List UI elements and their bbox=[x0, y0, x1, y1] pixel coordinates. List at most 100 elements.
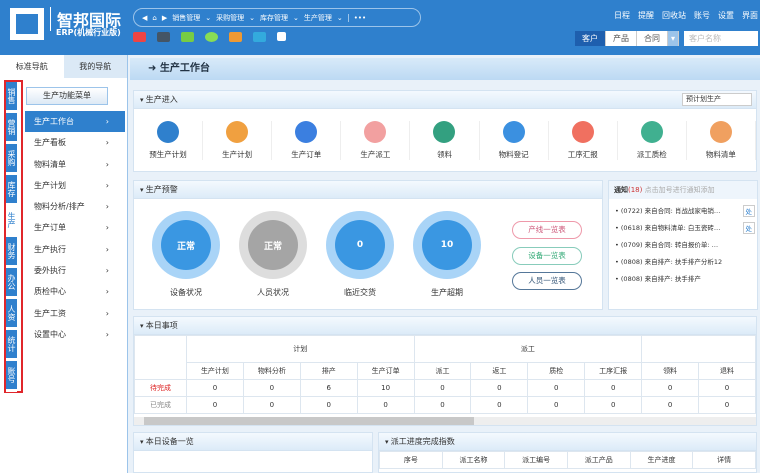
cell[interactable]: 0 bbox=[186, 396, 244, 414]
nav-inventory[interactable]: 库存管理 bbox=[260, 13, 288, 23]
cell[interactable]: 6 bbox=[299, 379, 358, 397]
entry-item[interactable]: 预生产计划 bbox=[134, 121, 204, 160]
cell[interactable]: 0 bbox=[186, 379, 244, 397]
menu-item[interactable]: 委外执行 › bbox=[25, 260, 125, 281]
forward-icon[interactable]: ▶ bbox=[162, 14, 167, 22]
tab-my-nav[interactable]: 我的导航 bbox=[64, 55, 128, 78]
rail-item[interactable]: 营销 bbox=[6, 113, 17, 144]
menu-item[interactable]: 生产工作台 › bbox=[25, 111, 125, 133]
menu-item[interactable]: 生产订单 › bbox=[25, 217, 125, 238]
back-icon[interactable]: ◀ bbox=[142, 14, 147, 22]
megaphone-icon[interactable] bbox=[133, 32, 146, 42]
entry-item[interactable]: 物料清单 bbox=[687, 121, 756, 160]
warning-item[interactable]: 正常 人员状况 bbox=[239, 211, 307, 298]
cell[interactable]: 0 bbox=[698, 379, 756, 397]
rail-item[interactable]: 采购 bbox=[6, 144, 17, 175]
cell[interactable]: 0 bbox=[413, 396, 472, 414]
link-interface[interactable]: 界面 bbox=[742, 10, 758, 21]
menu-item[interactable]: 质检中心 › bbox=[25, 281, 125, 302]
rail-item[interactable]: 销售 bbox=[6, 82, 17, 113]
warning-item[interactable]: 10 生产超期 bbox=[413, 211, 481, 298]
notice-hint[interactable]: 点击加号进行通知添加 bbox=[645, 186, 715, 194]
search-tab-customer[interactable]: 客户 bbox=[575, 31, 606, 46]
menu-item[interactable]: 生产工资 › bbox=[25, 303, 125, 324]
tab-standard-nav[interactable]: 标准导航 bbox=[0, 55, 64, 78]
cell[interactable]: 0 bbox=[527, 379, 586, 397]
plan-select[interactable]: 预计划生产 bbox=[682, 93, 752, 106]
notice-item[interactable]: • (0618) 来自物料清单: 白玉瓷砖… 处 bbox=[609, 222, 757, 239]
chevron-down-icon[interactable]: ⌄ bbox=[293, 14, 299, 22]
line-list-button[interactable]: 产线一览表 bbox=[512, 221, 582, 239]
entry-item[interactable]: 物料登记 bbox=[480, 121, 549, 160]
home-icon[interactable]: ⌂ bbox=[152, 14, 156, 22]
search-tab-contract[interactable]: 合同 bbox=[637, 31, 668, 46]
link-account[interactable]: 账号 bbox=[694, 10, 710, 21]
rail-item[interactable]: 人资 bbox=[6, 299, 17, 330]
cell[interactable]: 0 bbox=[527, 396, 586, 414]
search-input[interactable]: 客户名称 bbox=[684, 31, 758, 46]
cell[interactable]: 0 bbox=[413, 379, 472, 397]
rail-item[interactable]: 统计 bbox=[6, 330, 17, 361]
menu-item[interactable]: 物料分析/排产 › bbox=[25, 196, 125, 217]
cell[interactable]: 0 bbox=[470, 396, 529, 414]
menu-item[interactable]: 物料清单 › bbox=[25, 154, 125, 175]
cell[interactable]: 0 bbox=[641, 379, 700, 397]
search-dropdown-icon[interactable]: ▾ bbox=[668, 31, 680, 46]
cell[interactable]: 0 bbox=[641, 396, 700, 414]
monitor-icon[interactable] bbox=[157, 32, 170, 42]
cell[interactable]: 0 bbox=[698, 396, 756, 414]
entry-item[interactable]: 生产订单 bbox=[272, 121, 342, 160]
link-reminder[interactable]: 提醒 bbox=[638, 10, 654, 21]
rail-item[interactable]: 办公 bbox=[6, 268, 17, 299]
cell[interactable]: 10 bbox=[356, 379, 415, 397]
staff-list-button[interactable]: 人员一览表 bbox=[512, 272, 582, 290]
production-menu-button[interactable]: 生产功能菜单 bbox=[26, 87, 108, 105]
menu-item[interactable]: 生产计划 › bbox=[25, 175, 125, 196]
chat-icon[interactable] bbox=[205, 32, 218, 42]
row-label[interactable]: 已完成 bbox=[134, 396, 187, 414]
notice-item[interactable]: • (0709) 来自合同: 转自报价单: … bbox=[609, 239, 757, 256]
menu-item[interactable]: 设置中心 › bbox=[25, 324, 125, 345]
entry-item[interactable]: 领料 bbox=[410, 121, 480, 160]
handle-button[interactable]: 处 bbox=[742, 205, 755, 217]
notice-item[interactable]: • (0808) 来自排产: 扶手排产 bbox=[609, 273, 757, 290]
cell[interactable]: 0 bbox=[299, 396, 358, 414]
warning-item[interactable]: 正常 设备状况 bbox=[152, 211, 220, 298]
row-label[interactable]: 待完成 bbox=[134, 379, 187, 397]
cell[interactable]: 0 bbox=[242, 379, 301, 397]
cell[interactable]: 0 bbox=[584, 379, 643, 397]
entry-item[interactable]: 派工质检 bbox=[618, 121, 687, 160]
nav-sales[interactable]: 销售管理 bbox=[172, 13, 200, 23]
cell[interactable]: 0 bbox=[242, 396, 301, 414]
notice-item[interactable]: • (0722) 来自合同: 肖战战家电销… 处 bbox=[609, 205, 757, 222]
doc-icon[interactable] bbox=[253, 32, 266, 42]
nav-production[interactable]: 生产管理 bbox=[304, 13, 332, 23]
link-calendar[interactable]: 日程 bbox=[614, 10, 630, 21]
cell[interactable]: 0 bbox=[470, 379, 529, 397]
link-settings[interactable]: 设置 bbox=[718, 10, 734, 21]
handle-button[interactable]: 处 bbox=[742, 222, 755, 234]
cell[interactable]: 0 bbox=[584, 396, 643, 414]
more-icon[interactable]: ••• bbox=[347, 13, 366, 22]
rail-item[interactable]: 账号 bbox=[6, 361, 17, 392]
chevron-down-icon[interactable]: ⌄ bbox=[205, 14, 211, 22]
menu-item[interactable]: 生产执行 › bbox=[25, 239, 125, 260]
notice-item[interactable]: • (0808) 来自排产: 扶手排产分析12 bbox=[609, 256, 757, 273]
horizontal-scrollbar[interactable] bbox=[144, 417, 474, 425]
rail-item[interactable]: 财务 bbox=[6, 237, 17, 268]
search-tab-product[interactable]: 产品 bbox=[606, 31, 637, 46]
menu-item[interactable]: 生产看板 › bbox=[25, 132, 125, 153]
device-list-button[interactable]: 设备一览表 bbox=[512, 247, 582, 265]
entry-item[interactable]: 生产派工 bbox=[341, 121, 411, 160]
chevron-down-icon[interactable]: ⌄ bbox=[249, 14, 255, 22]
cell[interactable]: 0 bbox=[356, 396, 415, 414]
warning-item[interactable]: 0 临近交货 bbox=[326, 211, 394, 298]
add-icon[interactable] bbox=[277, 32, 286, 41]
link-recycle[interactable]: 回收站 bbox=[662, 10, 686, 21]
chevron-down-icon[interactable]: ⌄ bbox=[337, 14, 343, 22]
rail-item[interactable]: 库存 bbox=[6, 175, 17, 206]
entry-item[interactable]: 工序汇报 bbox=[549, 121, 618, 160]
mail-icon[interactable] bbox=[181, 32, 194, 42]
entry-item[interactable]: 生产计划 bbox=[203, 121, 273, 160]
grid-icon[interactable] bbox=[229, 32, 242, 42]
